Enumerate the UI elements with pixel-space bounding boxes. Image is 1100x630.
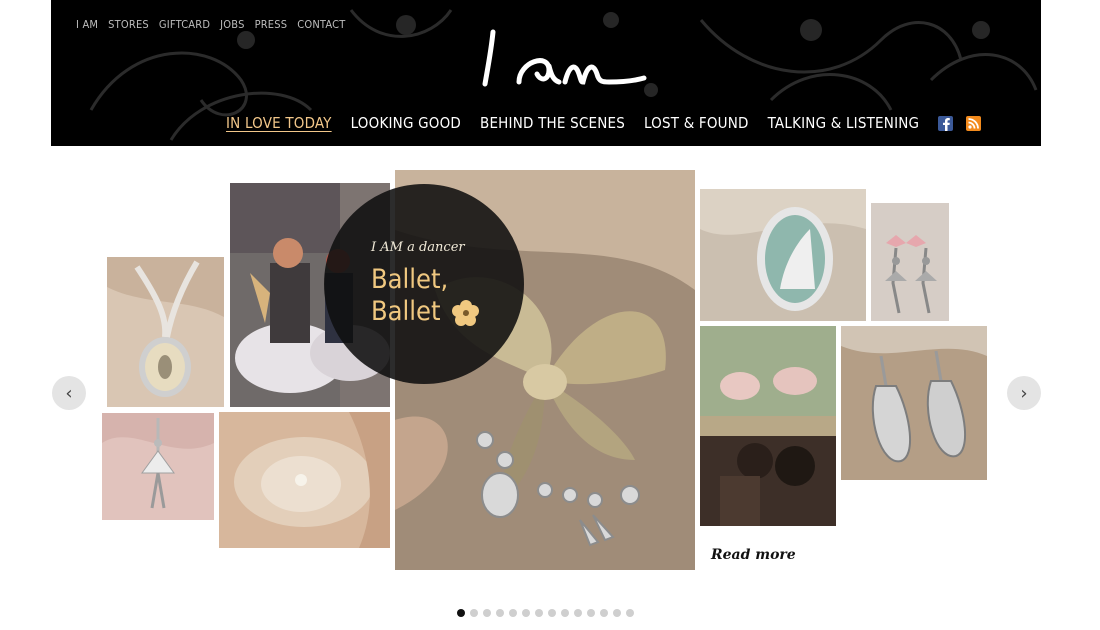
carousel-prev-button[interactable]: ‹ (52, 376, 86, 410)
feature-title-line2: Ballet (371, 296, 441, 327)
carousel-dot[interactable] (509, 609, 517, 617)
top-nav-stores[interactable]: STORES (108, 18, 149, 31)
read-more-link[interactable]: Read more (711, 547, 796, 563)
feature-title-line1: Ballet, (371, 264, 449, 295)
carousel-dot[interactable] (483, 609, 491, 617)
top-nav-giftcard[interactable]: GIFTCARD (159, 18, 210, 31)
carousel-pagination (457, 609, 634, 617)
carousel-dot[interactable] (561, 609, 569, 617)
top-nav: I AM STORES GIFTCARD JOBS PRESS CONTACT (76, 18, 345, 31)
nav-behind-the-scenes[interactable]: BEHIND THE SCENES (480, 114, 625, 132)
photo-ballerina-earrings[interactable] (871, 203, 949, 321)
carousel-dot[interactable] (574, 609, 582, 617)
carousel-dot[interactable] (522, 609, 530, 617)
site-header: I AM STORES GIFTCARD JOBS PRESS CONTACT … (51, 0, 1041, 146)
photo-ballerina-pendant[interactable] (102, 413, 214, 520)
nav-in-love-today[interactable]: IN LOVE TODAY (226, 114, 332, 132)
carousel-dot[interactable] (470, 609, 478, 617)
nav-talking-and-listening[interactable]: TALKING & LISTENING (768, 114, 920, 132)
chevron-left-icon: ‹ (65, 382, 73, 404)
carousel-dot[interactable] (535, 609, 543, 617)
facebook-icon[interactable] (938, 115, 954, 131)
chevron-right-icon: › (1020, 382, 1028, 404)
carousel-dot[interactable] (600, 609, 608, 617)
carousel-dot[interactable] (613, 609, 621, 617)
carousel-dot[interactable] (496, 609, 504, 617)
photo-cameo-ring[interactable] (700, 189, 866, 321)
carousel-dot[interactable] (626, 609, 634, 617)
photo-degas-orchestra[interactable] (700, 326, 836, 526)
photo-necklace-cameo[interactable] (107, 257, 224, 407)
photo-tulle-pearl[interactable] (219, 412, 390, 548)
site-logo[interactable] (479, 22, 649, 92)
nav-looking-good[interactable]: LOOKING GOOD (351, 114, 461, 132)
photo-ballet-shoe-charms[interactable] (841, 326, 987, 480)
rss-icon[interactable] (966, 115, 982, 131)
carousel-next-button[interactable]: › (1007, 376, 1041, 410)
carousel-dot[interactable] (587, 609, 595, 617)
top-nav-i-am[interactable]: I AM (76, 18, 98, 31)
top-nav-contact[interactable]: CONTACT (297, 18, 345, 31)
feature-title: Ballet, Ballet (371, 264, 480, 328)
top-nav-jobs[interactable]: JOBS (220, 18, 244, 31)
carousel-dot[interactable] (457, 609, 465, 617)
feature-badge[interactable]: I AM a dancer Ballet, Ballet (324, 184, 524, 384)
carousel-dot[interactable] (548, 609, 556, 617)
feature-kicker: I AM a dancer (371, 240, 465, 255)
flower-icon (452, 299, 480, 326)
nav-lost-and-found[interactable]: LOST & FOUND (644, 114, 749, 132)
top-nav-press[interactable]: PRESS (255, 18, 288, 31)
main-nav: IN LOVE TODAY LOOKING GOOD BEHIND THE SC… (226, 114, 982, 132)
